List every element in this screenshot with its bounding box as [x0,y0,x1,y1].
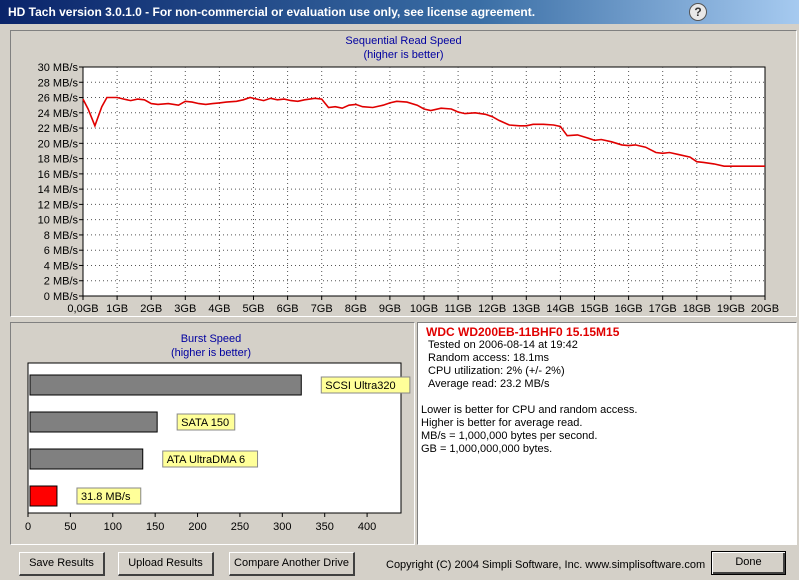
bar-label: 31.8 MB/s [81,491,131,503]
x-tick-label: 50 [64,521,76,533]
x-tick-label: 2GB [140,303,162,315]
y-tick-label: 30 MB/s [38,62,79,74]
bar-reference [29,374,302,396]
x-tick-label: 350 [316,521,334,533]
bar-tested-drive [29,485,58,507]
x-tick-label: 1GB [106,303,128,315]
x-tick-label: 300 [273,521,291,533]
bar-label: SATA 150 [181,417,229,429]
bar-reference [29,448,144,470]
x-tick-label: 10GB [410,303,438,315]
compare-drive-button[interactable]: Compare Another Drive [229,552,355,576]
x-tick-label: 14GB [546,303,574,315]
x-tick-label: 8GB [345,303,367,315]
x-tick-label: 7GB [311,303,333,315]
x-tick-label: 400 [358,521,376,533]
x-tick-label: 16GB [615,303,643,315]
bar-label: ATA UltraDMA 6 [167,454,245,466]
upload-results-button[interactable]: Upload Results [118,552,214,576]
info-line: Average read: 23.2 MB/s [428,378,550,390]
y-tick-label: 12 MB/s [38,199,79,211]
y-tick-label: 20 MB/s [38,138,79,150]
y-tick-label: 4 MB/s [44,260,79,272]
note-line: GB = 1,000,000,000 bytes. [421,443,553,455]
drive-name: WDC WD200EB-11BHF0 15.15M15 [426,325,620,339]
x-tick-label: 9GB [379,303,401,315]
y-tick-label: 16 MB/s [38,169,79,181]
x-tick-label: 13GB [512,303,540,315]
y-tick-label: 26 MB/s [38,93,79,105]
copyright-text: Copyright (C) 2004 Simpli Software, Inc.… [386,559,706,571]
info-line: Tested on 2006-08-14 at 19:42 [428,339,578,351]
burst-speed-panel: Burst Speed (higher is better) 0 50 100 150… [10,322,415,545]
x-tick-label: 3GB [174,303,196,315]
x-tick-label: 0 [25,521,31,533]
sequential-read-chart: 0 MB/s 2 MB/s 4 MB/s 6 MB/s 8 MB/s 10 MB/s 12 … [38,62,779,315]
drive-info-panel: WDC WD200EB-11BHF0 15.15M15 Tested on 20… [417,322,797,545]
y-tick-label: 0 MB/s [44,291,79,303]
note-line: MB/s = 1,000,000 bytes per second. [421,430,598,442]
x-tick-label: 5GB [242,303,264,315]
x-tick-label: 12GB [478,303,506,315]
burst-speed-chart: 0 50 100 150 200 250 300 350 400 SCSI Ultra320 SAT… [25,362,411,533]
y-tick-label: 18 MB/s [38,154,79,166]
x-tick-label: 4GB [208,303,230,315]
window-title: HD Tach version 3.0.1.0 - For non-commer… [8,5,536,19]
note-line: Higher is better for average read. [421,417,583,429]
y-tick-label: 28 MB/s [38,77,79,89]
y-tick-label: 6 MB/s [44,245,79,257]
done-button[interactable]: Done [711,551,786,575]
y-tick-label: 2 MB/s [44,276,79,288]
y-tick-label: 22 MB/s [38,123,79,135]
x-tick-label: 0,0GB [67,303,98,315]
note-line: Lower is better for CPU and random acces… [421,404,638,416]
y-tick-label: 24 MB/s [38,108,79,120]
info-line: Random access: 18.1ms [428,352,550,364]
x-tick-label: 6GB [277,303,299,315]
x-tick-label: 19GB [717,303,745,315]
info-line: CPU utilization: 2% (+/- 2%) [428,365,565,377]
x-tick-label: 15GB [580,303,608,315]
bar-label: SCSI Ultra320 [325,380,395,392]
x-tick-label: 18GB [683,303,711,315]
title-bar: HD Tach version 3.0.1.0 - For non-commer… [0,0,799,24]
x-tick-label: 150 [146,521,164,533]
x-tick-label: 250 [231,521,249,533]
help-icon[interactable]: ? [689,3,707,21]
save-results-button[interactable]: Save Results [19,552,105,576]
x-tick-label: 17GB [649,303,677,315]
y-tick-label: 14 MB/s [38,184,79,196]
x-tick-label: 11GB [444,303,471,315]
y-tick-label: 10 MB/s [38,215,79,227]
y-tick-label: 8 MB/s [44,230,79,242]
x-tick-label: 20GB [751,303,779,315]
x-tick-label: 200 [188,521,206,533]
sequential-read-panel: Sequential Read Speed (higher is better)… [10,30,797,317]
x-tick-label: 100 [104,521,122,533]
bar-reference [29,411,158,433]
